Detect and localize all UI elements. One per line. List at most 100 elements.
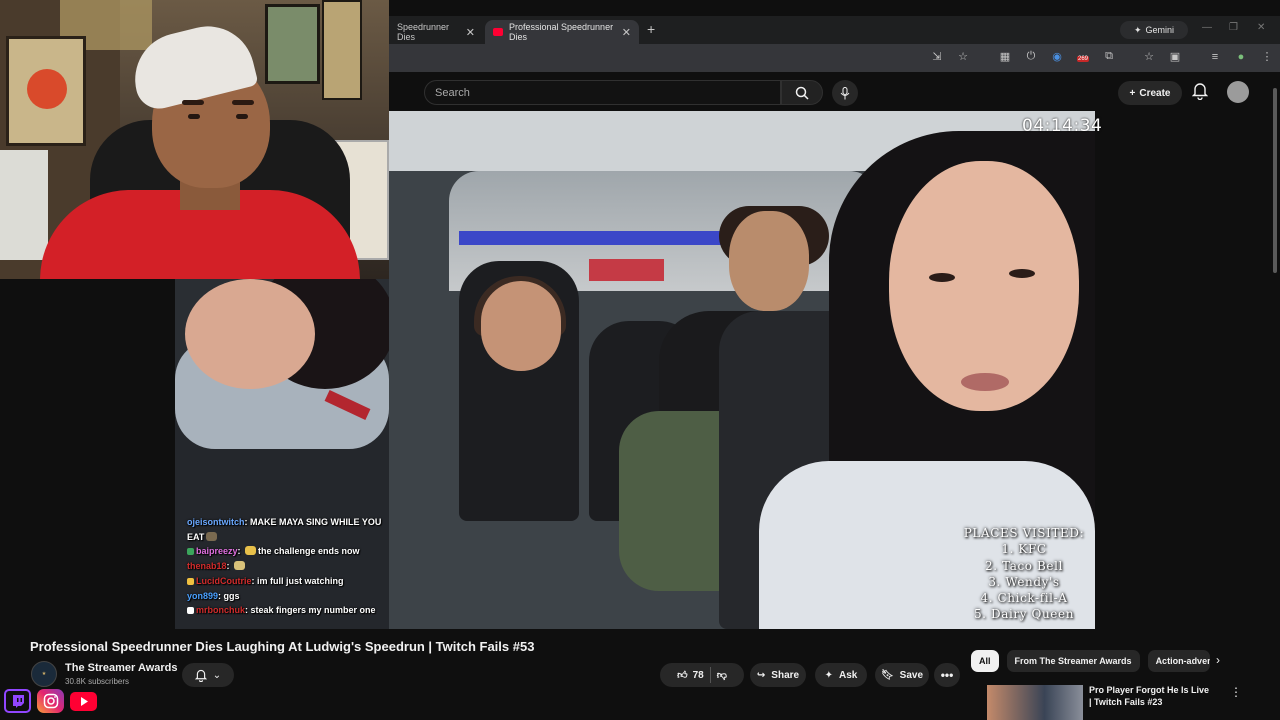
chip-action-adventure[interactable]: Action-adven [1147,650,1210,672]
stream-timestamp: 04:14:34 [1022,116,1103,136]
browser-tab-bar: Speedrunner Dies ✕ Professional Speedrun… [389,16,1280,44]
new-tab-button[interactable]: + [647,21,655,37]
place-item: 4. Chick-fil-A [980,591,1068,606]
streamer-brow [182,100,204,105]
chat-text: steak fingers my number one [250,605,376,616]
chat-message: yon899: ggs [187,590,240,601]
profile-icon[interactable]: ● [1234,51,1248,63]
chevron-right-icon[interactable]: › [1216,653,1220,667]
recommendation-thumbnail[interactable] [987,685,1083,720]
more-vertical-icon[interactable]: ⋮ [1230,685,1242,699]
instagram-logo-icon [37,689,64,713]
page-scrollbar[interactable] [1273,88,1277,273]
subscription-bell-button[interactable]: ⌄ [182,663,234,687]
badge-icon [187,577,194,585]
store-sign [589,259,664,281]
places-title: PLACES VISITED: [963,526,1085,540]
emote-icon [206,531,218,541]
emote-icon [245,546,257,556]
chat-text: ggs [223,590,240,601]
passenger-face [481,281,561,371]
chat-overlay: ojeisontwitch: MAKE MAYA SING WHILE YOU … [187,515,397,618]
twitch-logo-icon [4,689,31,713]
chip-all[interactable]: All [971,650,999,672]
minimize-icon[interactable]: — [1202,22,1212,33]
like-count: 78 [692,669,704,681]
recommendation-title[interactable]: Pro Player Forgot He Is Live | Twitch Fa… [1089,684,1214,708]
save-label: Save [899,669,924,681]
maximize-icon[interactable]: ❐ [1229,22,1238,33]
more-actions-button[interactable]: ••• [934,663,960,687]
chat-message: ojeisontwitch: MAKE MAYA SING WHILE YOU … [187,517,382,542]
extension-icon[interactable]: ◉ [1050,50,1064,63]
chip-from-channel[interactable]: From The Streamer Awards [1006,650,1140,672]
voice-search-button[interactable] [832,80,858,106]
plus-icon: + [1129,87,1136,99]
video-title: Professional Speedrunner Dies Laughing A… [30,639,535,654]
tab-title: Professional Speedrunner Dies [509,22,614,42]
streamer-brow [232,100,254,105]
thumbs-down-icon: 👎︎ [716,670,727,681]
extension-badge-icon[interactable]: 269 [1076,51,1090,63]
bookmarks-icon[interactable]: ☆ [1142,50,1156,63]
extension-icon[interactable]: ▦ [998,50,1012,63]
bookmark-star-icon[interactable]: ☆ [956,50,970,63]
driver-eye [1009,269,1035,278]
video-info: Professional Speedrunner Dies Laughing A… [0,629,1280,720]
share-button[interactable]: ↪ Share [750,663,806,687]
close-icon[interactable]: ✕ [466,26,475,39]
chevron-down-icon: ⌄ [212,669,222,681]
twitch-glyph-icon [12,695,24,708]
webcam-poster [265,4,320,84]
chat-username: mrbonchuk [196,605,246,616]
bell-icon [194,669,207,682]
account-avatar[interactable] [1227,81,1249,103]
chat-text: im full just watching [257,575,344,586]
search-button[interactable] [781,80,823,105]
webcam-whiteboard [0,150,48,260]
install-app-icon[interactable]: ⇲ [930,50,944,63]
save-button[interactable]: 🔖︎ Save [875,663,929,687]
chat-username: ojeisontwitch [187,517,245,527]
chat-message: LucidCoutrie: im full just watching [187,574,397,589]
power-icon[interactable]: ⏻ [1024,50,1038,63]
social-overlay [4,689,97,713]
more-horizontal-icon: ••• [940,668,954,682]
place-item: 3. Wendy's [988,574,1060,589]
place-item: 2. Taco Bell [984,558,1064,573]
create-button[interactable]: + Create [1118,81,1182,105]
window-close-icon[interactable]: ✕ [1257,22,1265,33]
chat-username: yon899 [187,590,219,601]
youtube-glyph-icon [70,691,97,711]
like-button[interactable]: 👍︎ 78 [677,669,704,682]
driver-eye [929,273,955,282]
like-dislike-group: 👍︎ 78 👎︎ [660,663,744,687]
browser-tab-active[interactable]: Professional Speedrunner Dies ✕ [485,20,639,44]
instagram-glyph-icon [43,693,58,709]
sidepanel-icon[interactable]: ▣ [1168,50,1182,63]
notifications-button[interactable] [1191,82,1209,105]
chat-message: baipreezy: the challenge ends now [187,544,397,559]
subscriber-count: 30.8K subscribers [65,677,130,686]
puzzle-icon[interactable]: ⧉ [1102,50,1116,63]
dislike-button[interactable]: 👎︎ [717,669,727,681]
channel-name[interactable]: The Streamer Awards [65,662,178,674]
youtube-favicon-icon [493,28,503,36]
recommendation-chips: All From The Streamer Awards Action-adve… [971,650,1210,672]
browser-tab[interactable]: Speedrunner Dies ✕ [389,20,483,44]
search-input[interactable]: Search [424,80,781,105]
youtube-header: Search + Create [389,72,1280,112]
gemini-icon: ✦ [1133,24,1142,35]
emote-icon [234,561,246,571]
close-icon[interactable]: ✕ [622,26,631,39]
media-icon[interactable]: ≡ [1208,51,1222,63]
menu-dots-icon[interactable]: ⋮ [1260,50,1274,63]
ask-button[interactable]: ✦ Ask [815,663,867,687]
chat-message: thenab18: [187,559,397,574]
channel-avatar[interactable]: ★ [31,661,57,687]
badge-icon [187,548,194,556]
place-item: 1. KFC [1001,542,1047,557]
gemini-button[interactable]: ✦ Gemini [1120,21,1188,39]
thumbs-up-icon: 👍︎ [677,670,688,681]
passenger-face [729,211,809,311]
